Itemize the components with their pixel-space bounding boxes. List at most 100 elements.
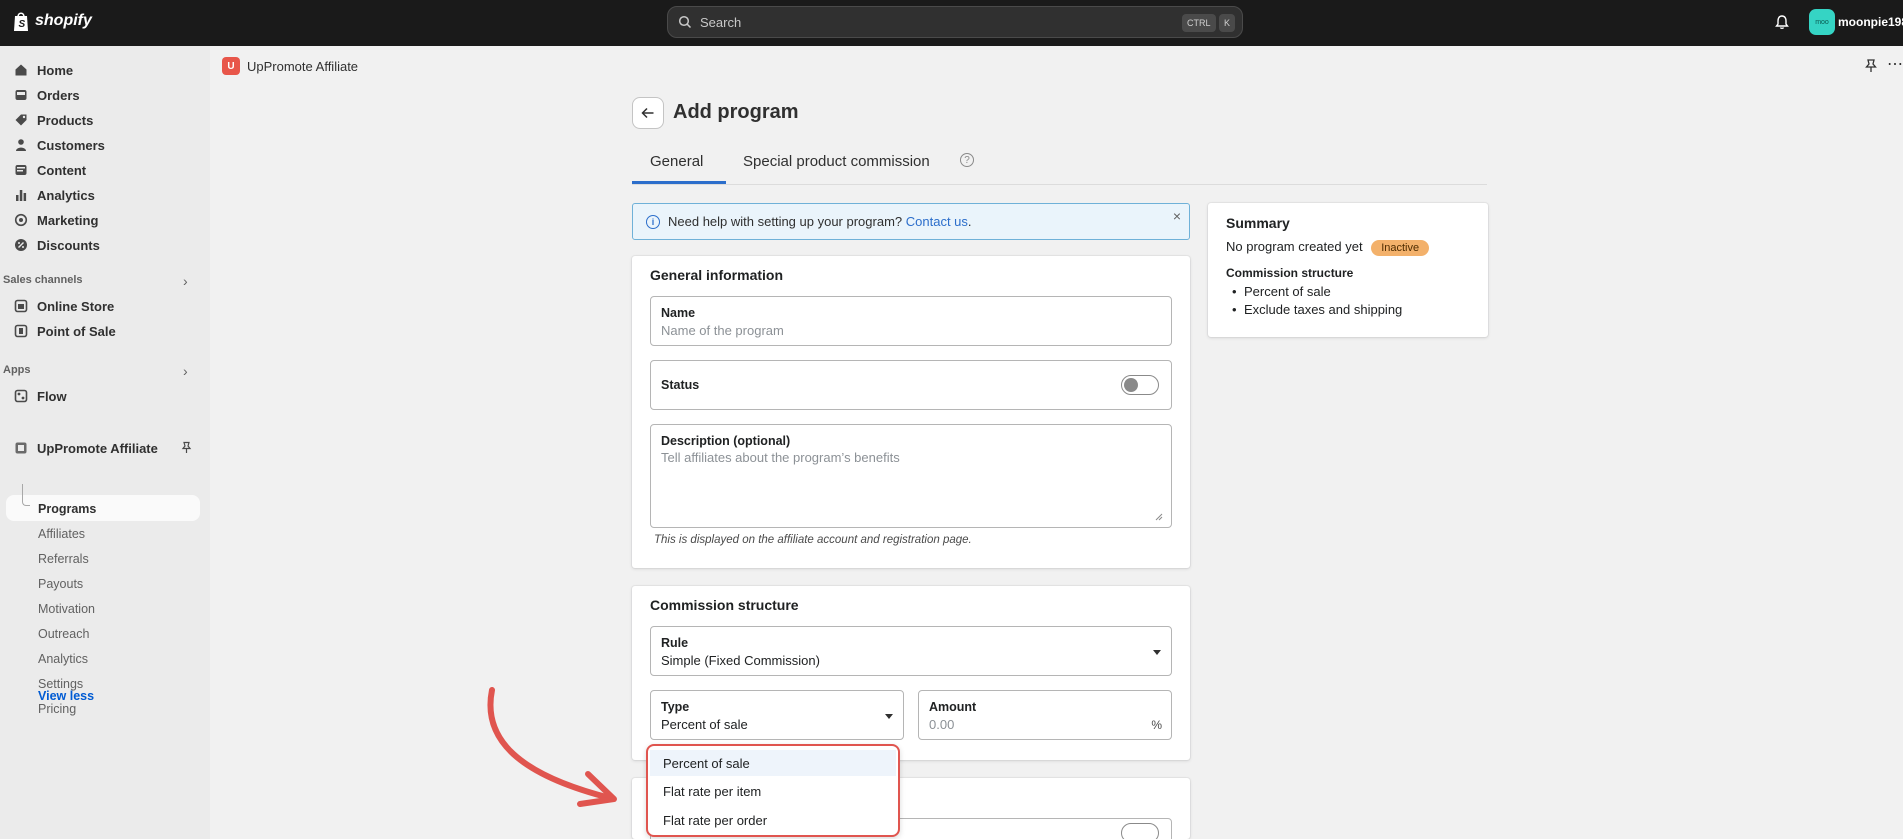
status-field: Status [650,360,1172,410]
rule-value: Simple (Fixed Commission) [661,653,820,668]
general-information-card: General information Name Name of the pro… [632,256,1190,568]
sidebar-item-label: Customers [37,137,105,153]
sidebar-item-point-of-sale[interactable]: Point of Sale [14,320,116,342]
sidebar-item-label: Marketing [37,212,99,228]
sidebar-item-label: Discounts [37,237,100,253]
tab-general[interactable]: General [650,153,703,170]
description-helper-text: This is displayed on the affiliate accou… [654,534,972,546]
field-label: Name [661,306,696,320]
field-label: Rule [661,636,689,650]
sidebar: Home Orders Products Customers Content A… [0,46,210,839]
active-item-highlight [6,495,200,521]
more-options-icon[interactable]: ⋯ [1887,54,1903,74]
type-dropdown-menu: Percent of sale Flat rate per item Flat … [646,744,900,837]
card-title: Commission structure [650,597,799,613]
chevron-right-icon[interactable]: › [183,363,188,379]
sidebar-item-label: Flow [37,388,67,404]
sidebar-subitem-motivation[interactable]: Motivation [38,602,95,616]
sidebar-item-uppromote[interactable]: UpPromote Affiliate [14,437,158,459]
tag-icon [15,114,27,126]
sidebar-item-label: Online Store [37,298,115,314]
contact-us-link[interactable]: Contact us [906,214,968,229]
pin-icon[interactable] [1863,58,1879,74]
summary-status-text: No program created yet [1226,239,1363,254]
pin-icon[interactable] [180,441,193,454]
sidebar-item-flow[interactable]: Flow [14,385,67,407]
bar-chart-icon [16,190,27,201]
store-name[interactable]: moonpie198 [1838,15,1903,29]
app-title: UpPromote Affiliate [247,59,359,74]
card-title: General information [650,267,784,283]
sidebar-item-orders[interactable]: Orders [14,84,80,106]
sidebar-item-products[interactable]: Products [14,109,93,131]
search-bar[interactable]: Search CTRL K [667,6,1243,38]
next-card-toggle[interactable] [1121,823,1159,839]
sidebar-item-label: Content [37,162,87,178]
sidebar-item-content[interactable]: Content [14,159,86,181]
sidebar-item-label: Analytics [37,187,95,203]
discount-icon [15,239,27,251]
chevron-right-icon[interactable]: › [183,273,188,289]
app-icon [15,442,27,454]
inbox-icon [15,90,27,100]
back-button[interactable] [632,97,664,129]
sidebar-item-label: Orders [37,87,80,103]
rule-select[interactable]: Rule Simple (Fixed Commission) [650,626,1172,676]
target-icon [14,213,28,227]
pos-icon [14,324,28,338]
sidebar-subitem-programs[interactable]: Programs [38,502,96,516]
sidebar-subitem-pricing[interactable]: Pricing [38,702,76,716]
sidebar-item-customers[interactable]: Customers [14,134,105,156]
commission-structure-card: Commission structure Rule Simple (Fixed … [632,586,1190,760]
shopify-logo[interactable]: S shopify [12,10,92,32]
sales-channels-heading: Sales channels [3,274,83,286]
bell-icon[interactable] [1773,13,1791,31]
page-title: Add program [673,101,799,123]
sidebar-subitem-payouts[interactable]: Payouts [38,577,83,591]
help-banner: i Need help with setting up your program… [632,203,1190,240]
close-icon[interactable]: × [1173,208,1181,224]
sidebar-subitem-referrals[interactable]: Referrals [38,552,89,566]
shortcut-k: K [1219,14,1236,32]
dropdown-option-flat-rate-per-item[interactable]: Flat rate per item [650,778,896,804]
toggle-knob [1124,378,1138,392]
sidebar-item-discounts[interactable]: Discounts [14,234,100,256]
shortcut-ctrl: CTRL [1182,14,1216,32]
dropdown-option-flat-rate-per-order[interactable]: Flat rate per order [650,807,896,833]
percent-suffix: % [1151,718,1162,732]
view-less-link[interactable]: View less [38,689,94,703]
search-icon [678,15,692,29]
sidebar-subitem-outreach[interactable]: Outreach [38,627,89,641]
caret-down-icon [1153,650,1161,655]
status-toggle[interactable] [1121,375,1159,395]
tree-connector [22,484,30,506]
type-value: Percent of sale [661,717,748,732]
info-icon: i [646,214,660,229]
name-field[interactable]: Name Name of the program [650,296,1172,346]
arrow-left-icon [641,107,654,119]
person-icon [16,139,26,151]
tab-bar: General Special product commission ? [632,148,1487,185]
type-select[interactable]: Type Percent of sale [650,690,904,740]
sidebar-item-home[interactable]: Home [14,59,73,81]
help-icon[interactable]: ? [960,153,974,167]
sidebar-item-label: Point of Sale [37,323,116,339]
tab-special-product-commission[interactable]: Special product commission [743,153,930,170]
sidebar-item-online-store[interactable]: Online Store [14,295,114,317]
name-input-placeholder[interactable]: Name of the program [661,323,784,338]
amount-placeholder[interactable]: 0.00 [929,717,954,732]
sidebar-item-marketing[interactable]: Marketing [14,209,98,231]
sidebar-item-analytics[interactable]: Analytics [14,184,95,206]
sidebar-subitem-analytics[interactable]: Analytics [38,652,88,666]
sidebar-subitem-affiliates[interactable]: Affiliates [38,527,85,541]
apps-heading: Apps [3,364,31,376]
description-field[interactable]: Description (optional) Tell affiliates a… [650,424,1172,528]
summary-structure-label: Commission structure [1226,266,1354,280]
field-label: Status [661,378,700,392]
amount-field[interactable]: Amount 0.00 % [918,690,1172,740]
resize-handle-icon[interactable] [1155,513,1163,521]
caret-down-icon [885,714,893,719]
dropdown-option-percent-of-sale[interactable]: Percent of sale [650,750,896,776]
description-placeholder[interactable]: Tell affiliates about the program’s bene… [661,450,900,465]
store-avatar[interactable]: moo [1809,9,1835,35]
